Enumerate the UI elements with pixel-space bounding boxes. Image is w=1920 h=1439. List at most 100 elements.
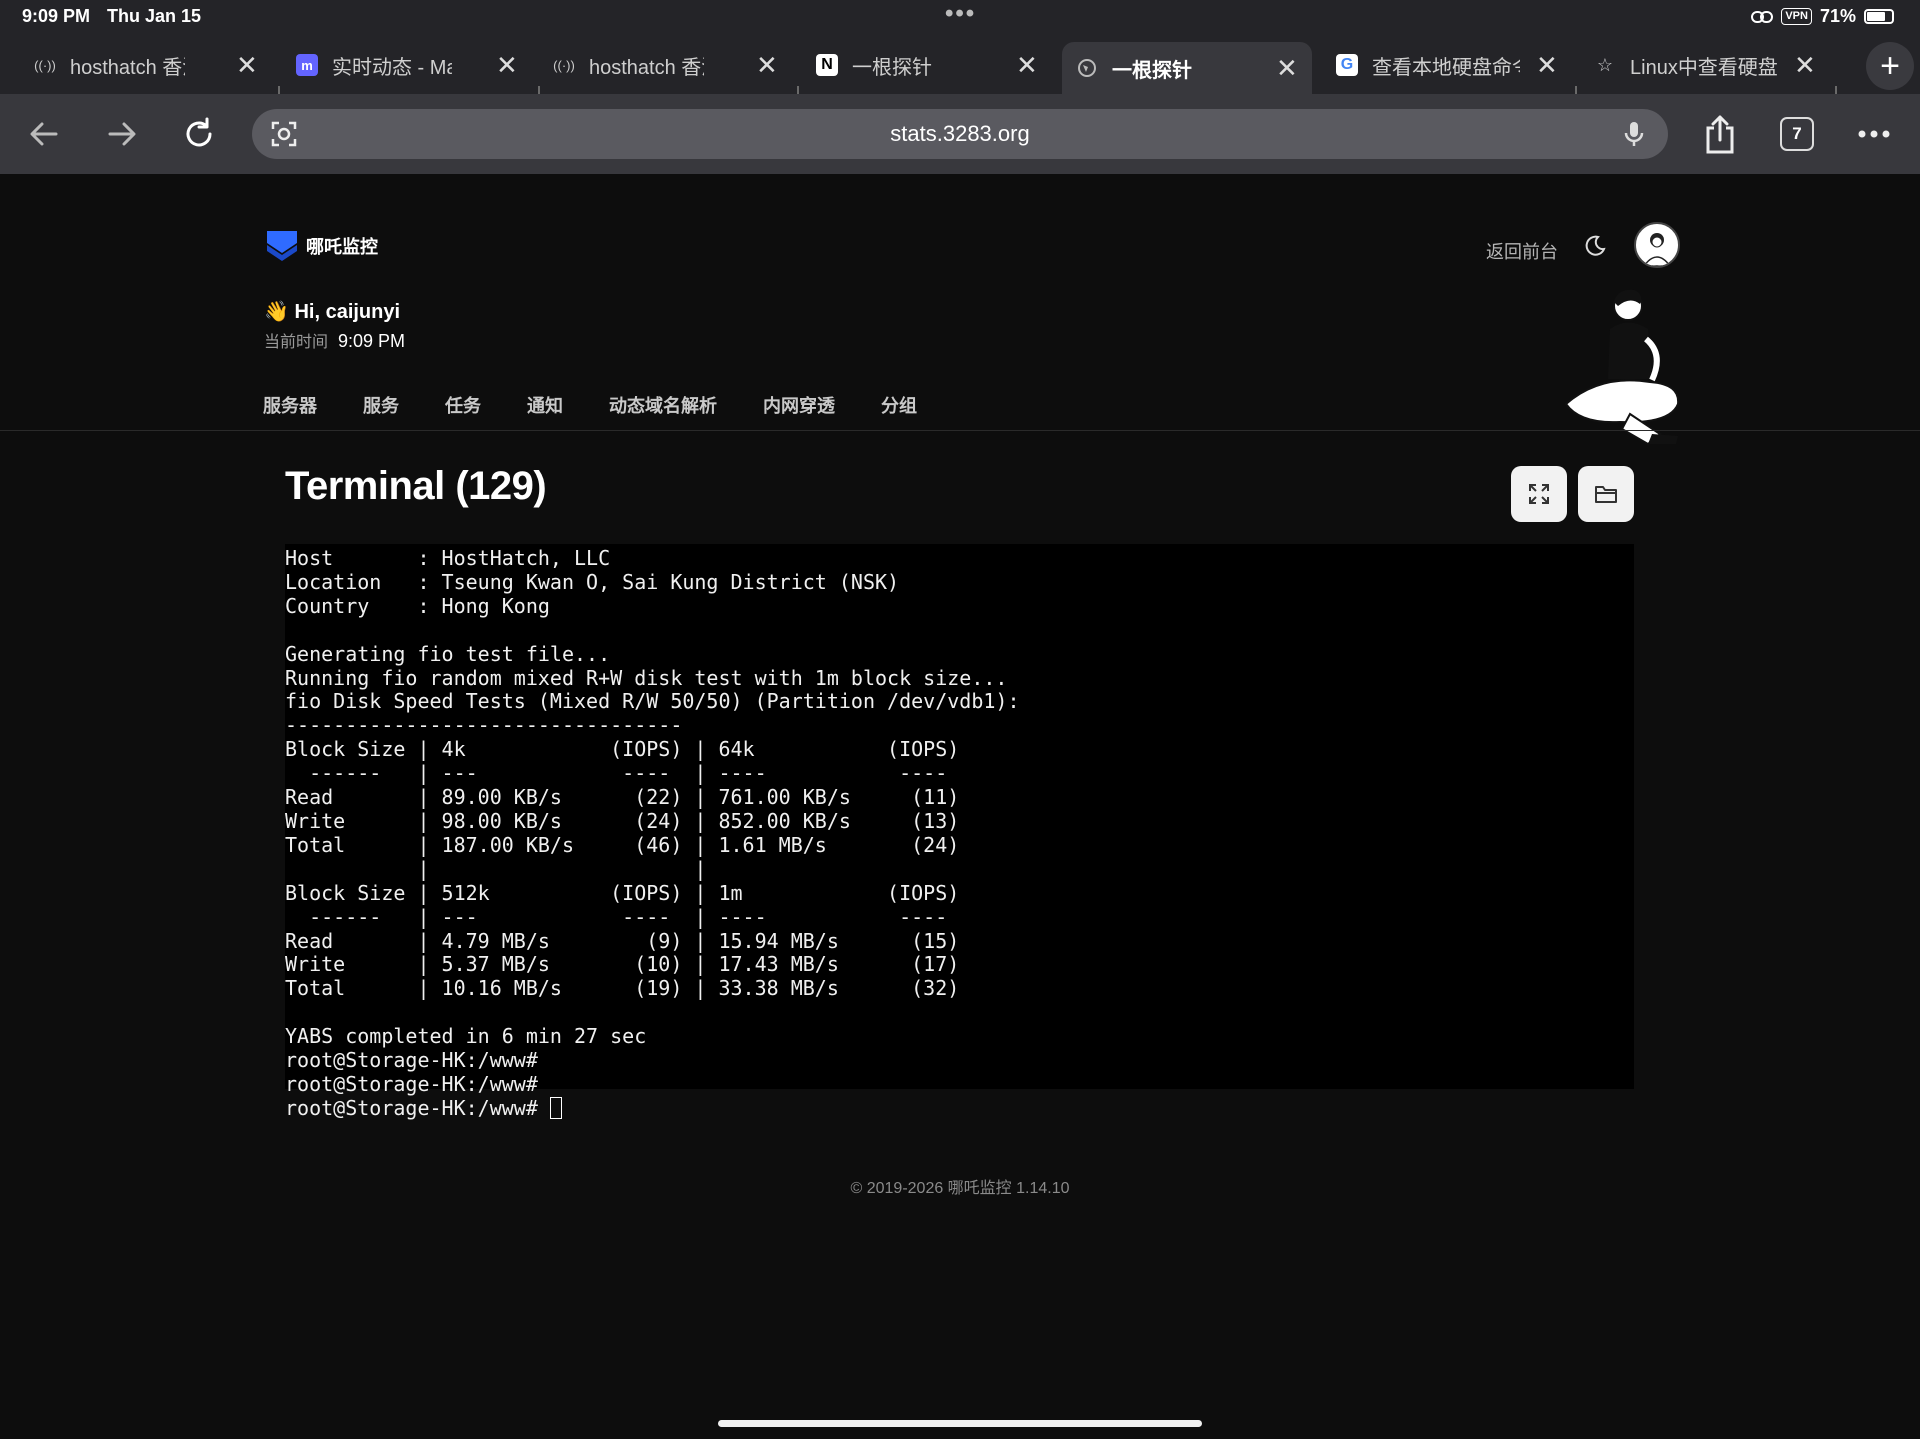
brand[interactable]: 哪吒监控 [266,229,378,263]
tab-label: hosthatch 香港... [589,56,704,79]
new-tab-button[interactable]: + [1866,42,1914,90]
header-divider [0,430,1920,431]
terminal-line: Host : HostHatch, LLC [285,546,611,570]
back-button[interactable] [22,112,66,156]
tab-label: 一根探针 [1112,59,1192,82]
broadcast-icon: ((·)) [34,57,56,73]
terminal-line: root@Storage-HK:/www# [285,1095,550,1120]
nav-ddns[interactable]: 动态域名解析 [609,392,717,418]
reload-button[interactable] [177,112,221,156]
more-button[interactable] [1852,112,1896,156]
broadcast-icon: ((·)) [553,57,575,73]
current-time-label: 当前时间 [264,334,329,351]
close-icon[interactable]: ✕ [1794,50,1816,81]
tab-overview-button[interactable]: 7 [1780,117,1814,151]
close-icon[interactable]: ✕ [496,50,518,81]
moon-icon[interactable] [1583,234,1607,258]
avatar[interactable] [1634,222,1680,268]
terminal-line: Block Size | 512k (IOPS) | 1m (IOPS) [285,880,960,905]
nav-nat[interactable]: 内网穿透 [763,392,835,418]
back-to-frontend-link[interactable]: 返回前台 [1486,238,1558,264]
share-icon [1706,115,1734,154]
browser-tab[interactable]: ☆ Linux中查看硬盘 ✕ [1594,40,1824,90]
battery-icon [1864,9,1894,24]
page-content: 哪吒监控 返回前台 👋 Hi, caijunyi 当前时间 9:09 PM 服务器… [0,174,1920,1439]
home-indicator[interactable] [718,1420,1202,1427]
nav-servers[interactable]: 服务器 [263,392,317,418]
browser-toolbar: stats.3283.org [0,94,1920,174]
nav-notifications[interactable]: 通知 [527,392,563,418]
current-time-value: 9:09 PM [338,331,406,351]
share-button[interactable] [1698,112,1742,156]
forward-button[interactable] [100,112,144,156]
nav-services[interactable]: 服务 [363,392,399,418]
status-bar: 9:09 PM Thu Jan 15 ••• VPN 71% [0,0,1920,34]
arrow-right-icon [108,122,136,146]
terminal-window[interactable]: Host : HostHatch, LLC Location : Tseung … [285,544,1634,1120]
terminal-line: Read | 89.00 KB/s (22) | 761.00 KB/s (11… [285,785,960,810]
terminal-line: root@Storage-HK:/www# [285,1071,538,1096]
footer-copyright: © 2019-2026 哪吒监控 1.14.10 [850,1180,1070,1197]
browser-tab-active[interactable]: 一根探针 ✕ [1062,42,1312,94]
notion-icon: N [816,54,838,76]
google-icon: G [1336,54,1358,76]
folder-icon [1595,486,1617,503]
terminal-line: ------ | --- ---- | ---- ---- [285,761,960,786]
status-date: Thu Jan 15 [107,6,202,26]
vpn-badge: VPN [1781,8,1812,25]
url-text: stats.3283.org [890,121,1030,146]
link-icon [1751,10,1774,23]
close-icon[interactable]: ✕ [1536,50,1558,81]
browser-tab[interactable]: ((·)) hosthatch 香港... ✕ [553,40,783,90]
terminal-line: Read | 4.79 MB/s (9) | 15.94 MB/s (15) [285,928,960,953]
tab-label: 实时动态 - Mastodon [332,56,452,79]
page-title: Terminal (129) [285,464,547,508]
close-icon[interactable]: ✕ [1276,53,1298,84]
reload-icon [186,117,212,147]
microphone-icon[interactable] [1620,120,1648,148]
close-icon[interactable]: ✕ [756,50,778,81]
current-time: 当前时间 9:09 PM [264,328,405,352]
terminal-line: ------ | --- ---- | ---- ---- [285,904,960,929]
browser-tab[interactable]: ((·)) hosthatch 香港... ✕ [34,40,264,90]
terminal-line: fio Disk Speed Tests (Mixed R/W 50/50) (… [285,689,1020,714]
close-icon[interactable]: ✕ [1016,50,1038,81]
file-manager-button[interactable] [1578,466,1634,522]
browser-tab[interactable]: m 实时动态 - Mastodon ✕ [296,40,526,90]
terminal-line: Total | 187.00 KB/s (46) | 1.61 MB/s (24… [285,832,960,857]
mastodon-icon: m [296,54,318,76]
tab-label: hosthatch 香港... [70,56,185,79]
tab-label: 一根探针 [852,56,932,79]
main-nav: 服务器 服务 任务 通知 动态域名解析 内网穿透 分组 [263,392,917,418]
terminal-line: Country : Hong Kong [285,593,550,618]
arrow-left-icon [30,122,58,146]
brand-name: 哪吒监控 [306,237,378,257]
browser-tab[interactable]: G 查看本地硬盘命令 ✕ [1336,40,1566,90]
globe-icon [1078,59,1096,77]
terminal-line: Block Size | 4k (IOPS) | 64k (IOPS) [285,737,960,762]
terminal-line: Write | 5.37 MB/s (10) | 17.43 MB/s (17) [285,952,960,977]
greeting: 👋 Hi, caijunyi [264,301,401,323]
browser-tab[interactable]: N 一根探针 ✕ [816,40,1046,90]
battery-percent: 71% [1819,6,1856,26]
terminal-line: | | [285,856,960,881]
expand-icon [1529,484,1549,504]
tab-label: Linux中查看硬盘 [1630,56,1778,79]
terminal-line: YABS completed in 6 min 27 sec [285,1024,647,1049]
sitting-person-illustration [1564,289,1680,446]
multitasking-dots-icon[interactable]: ••• [945,0,976,28]
ellipsis-icon [1858,130,1890,138]
terminal-output: Host : HostHatch, LLC Location : Tseung … [285,544,1634,1121]
close-icon[interactable]: ✕ [236,50,258,81]
terminal-line: Total | 10.16 MB/s (19) | 33.38 MB/s (32… [285,976,960,1001]
terminal-cursor [549,1096,562,1119]
address-bar[interactable]: stats.3283.org [252,109,1668,159]
nav-groups[interactable]: 分组 [881,392,917,418]
terminal-line: Location : Tseung Kwan O, Sai Kung Distr… [285,569,900,594]
nav-tasks[interactable]: 任务 [445,392,481,418]
terminal-line: root@Storage-HK:/www# [285,1048,538,1073]
avatar-image [1643,233,1671,266]
terminal-line: Write | 98.00 KB/s (24) | 852.00 KB/s (1… [285,808,960,833]
star-icon: ☆ [1596,54,1614,75]
fullscreen-button[interactable] [1511,466,1567,522]
